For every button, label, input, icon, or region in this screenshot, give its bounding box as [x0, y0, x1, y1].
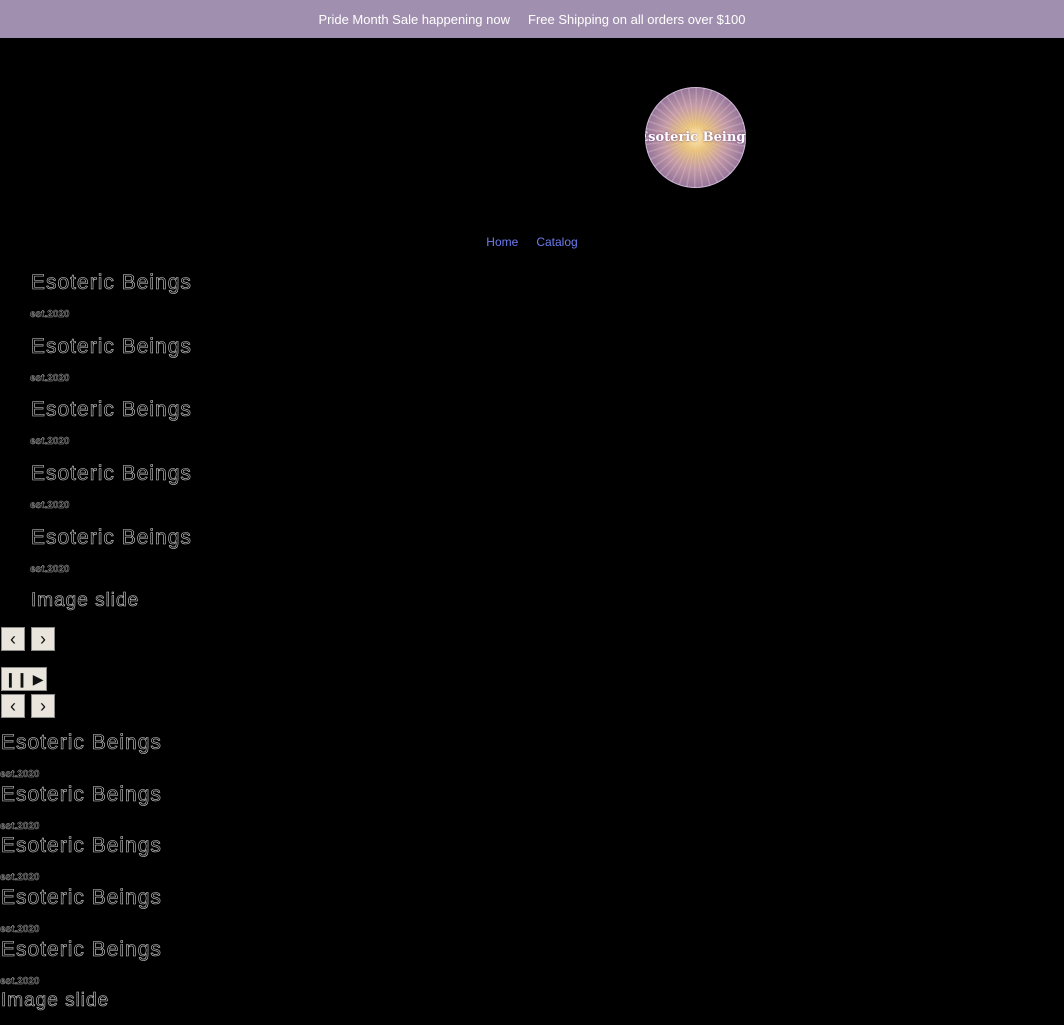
slide-title: Esoteric Beings: [1, 886, 162, 910]
slideshow-heading: Image slide: [1, 990, 110, 1012]
slide-subtitle: est.2020: [30, 564, 70, 575]
autoplay-toggle-button[interactable]: ❙❙ ▶: [1, 667, 47, 691]
slide-title: Esoteric Beings: [31, 398, 192, 422]
slideshow-2-prev-button[interactable]: ‹: [1, 694, 25, 718]
slideshow-heading: Image slide: [31, 590, 140, 612]
slideshow-1-next-button[interactable]: ›: [31, 627, 55, 651]
chevron-left-icon: ‹: [10, 696, 16, 716]
nav-link-home[interactable]: Home: [486, 235, 518, 249]
announcement-message-shipping: Free Shipping on all orders over $100: [528, 11, 746, 27]
chevron-right-icon: ›: [40, 696, 46, 716]
slide-subtitle: est.2020: [0, 821, 40, 832]
announcement-message-sale: Pride Month Sale happening now: [318, 11, 510, 27]
slide-subtitle: est.2020: [0, 976, 40, 987]
play-icon: ▶: [32, 671, 44, 687]
slide-subtitle: est.2020: [30, 436, 70, 447]
slide-title: Esoteric Beings: [31, 335, 192, 359]
slide-title: Esoteric Beings: [31, 462, 192, 486]
slide-title: Esoteric Beings: [1, 938, 162, 962]
slide-title: Esoteric Beings: [1, 834, 162, 858]
slideshow-1-prev-button[interactable]: ‹: [1, 627, 25, 651]
slide-title: Esoteric Beings: [31, 271, 192, 295]
main-nav: Home Catalog: [0, 235, 1064, 249]
chevron-left-icon: ‹: [10, 629, 16, 649]
slide-subtitle: est.2020: [0, 872, 40, 883]
announcement-bar: Pride Month Sale happening now Free Ship…: [0, 0, 1064, 38]
slide-subtitle: est.2020: [0, 924, 40, 935]
slide-title: Esoteric Beings: [31, 526, 192, 550]
slide-subtitle: est.2020: [30, 309, 70, 320]
logo-text: Esoteric Beings: [645, 130, 746, 145]
nav-link-catalog[interactable]: Catalog: [536, 235, 577, 249]
slide-title: Esoteric Beings: [1, 731, 162, 755]
slide-subtitle: est.2020: [0, 769, 40, 780]
slide-title: Esoteric Beings: [1, 783, 162, 807]
store-logo[interactable]: Esoteric Beings: [645, 87, 746, 188]
chevron-right-icon: ›: [40, 629, 46, 649]
slideshow-2-next-button[interactable]: ›: [31, 694, 55, 718]
pause-icon: ❙❙: [4, 671, 28, 687]
slide-subtitle: est.2020: [30, 373, 70, 384]
slide-subtitle: est.2020: [30, 500, 70, 511]
